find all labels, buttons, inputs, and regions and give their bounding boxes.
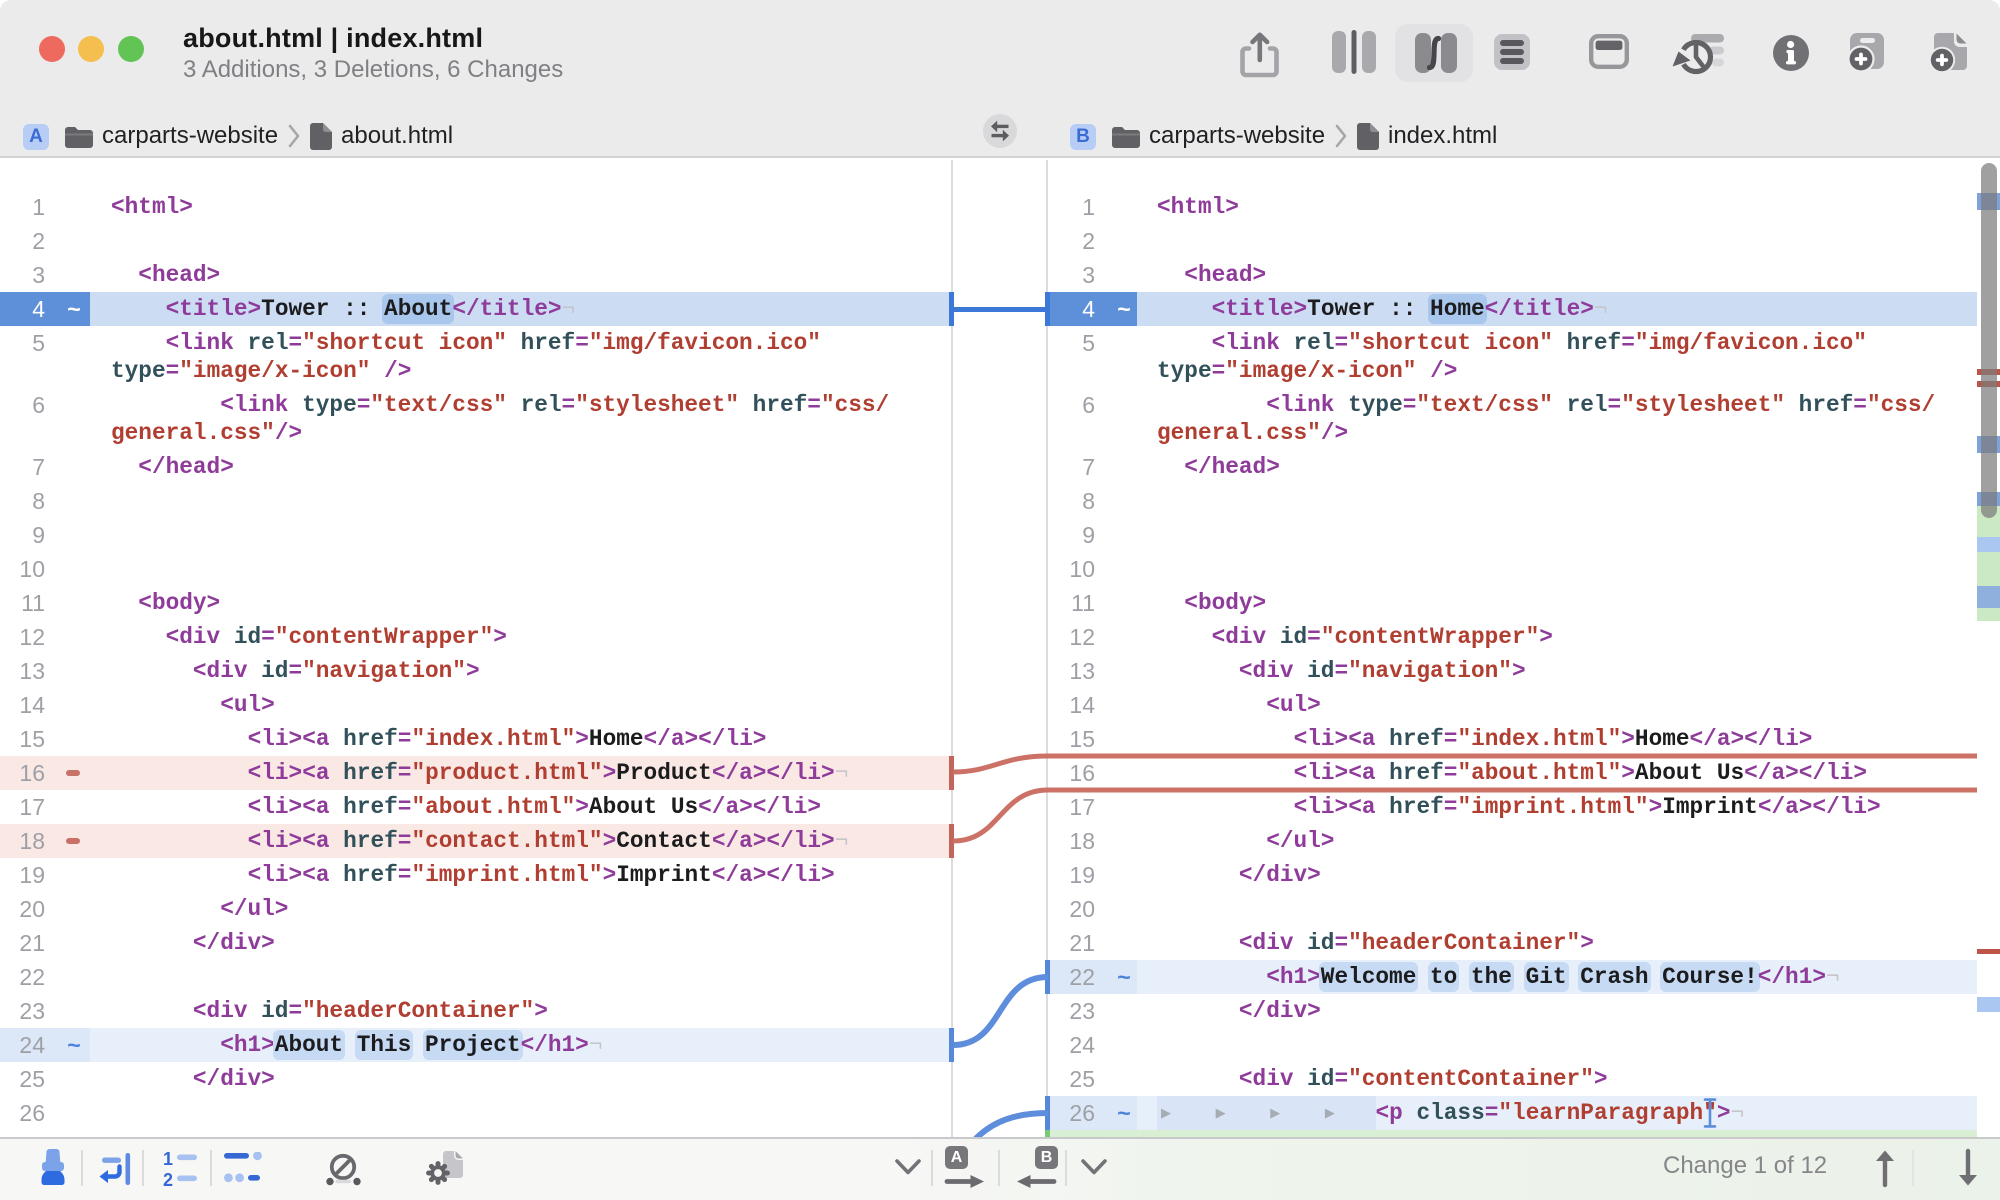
svg-text:2: 2 — [163, 1170, 173, 1188]
svg-text:1: 1 — [163, 1150, 173, 1169]
